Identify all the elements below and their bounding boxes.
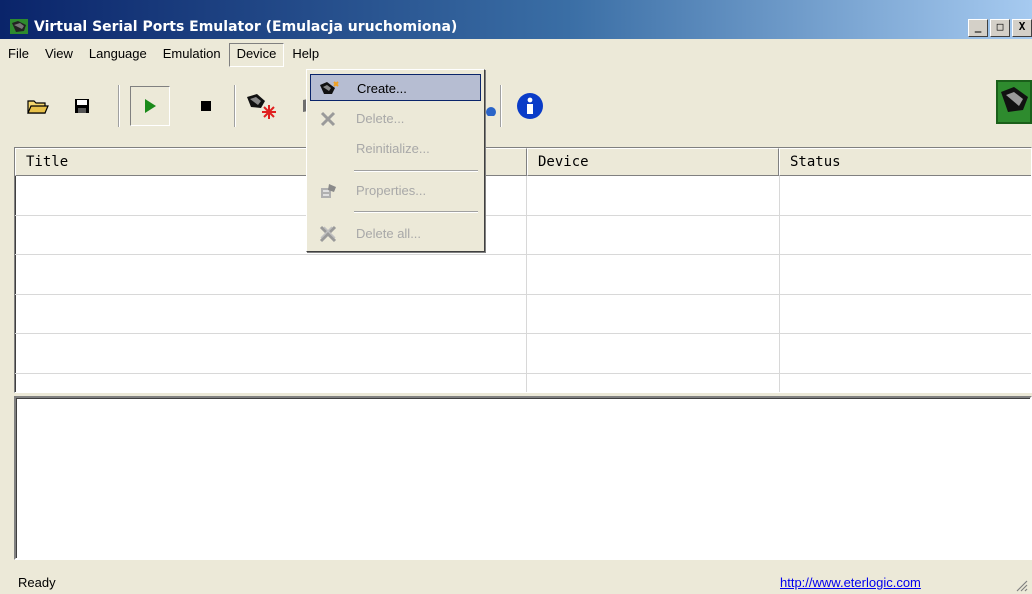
toolbar (0, 72, 1032, 142)
log-pane[interactable] (14, 396, 1032, 560)
menu-separator (354, 170, 478, 172)
save-icon (75, 99, 89, 113)
network-icon (486, 107, 496, 116)
menu-separator (354, 211, 478, 213)
maximize-button[interactable]: □ (990, 19, 1010, 37)
menu-item-label: Create... (357, 81, 407, 96)
menu-bar: File View Language Emulation Device Help (0, 43, 327, 67)
delete-icon (318, 109, 338, 129)
menu-file[interactable]: File (0, 43, 37, 67)
window-title: Virtual Serial Ports Emulator (Emulacja … (34, 19, 458, 35)
menu-language[interactable]: Language (81, 43, 155, 67)
device-list[interactable]: Title Device Status (14, 147, 1032, 393)
menu-item-properties[interactable]: Properties... (310, 177, 481, 204)
menu-help[interactable]: Help (284, 43, 327, 67)
stop-button[interactable] (186, 86, 226, 126)
info-icon (517, 93, 543, 119)
menu-item-label: Reinitialize... (356, 141, 430, 156)
menu-item-delete-all[interactable]: Delete all... (310, 220, 481, 247)
menu-item-label: Properties... (356, 183, 427, 198)
resize-grip-icon[interactable] (1014, 578, 1028, 592)
play-icon (145, 99, 156, 113)
close-button[interactable]: X (1012, 19, 1032, 37)
minimize-button[interactable]: _ (968, 19, 988, 37)
status-text: Ready (18, 575, 56, 590)
menu-emulation[interactable]: Emulation (155, 43, 229, 67)
menu-item-label: Delete all... (356, 226, 422, 241)
delete-all-icon (318, 224, 338, 244)
create-device-icon (319, 79, 339, 99)
info-button[interactable] (510, 86, 550, 126)
app-icon (10, 19, 28, 34)
list-row[interactable] (15, 216, 1031, 255)
menu-view[interactable]: View (37, 43, 81, 67)
open-button[interactable] (18, 86, 58, 126)
list-row[interactable] (15, 255, 1031, 295)
create-device-button[interactable] (240, 86, 280, 126)
open-folder-icon (27, 100, 49, 114)
stop-icon (201, 101, 211, 111)
status-bar: Ready http://www.eterlogic.com (0, 568, 1032, 594)
properties-icon (318, 181, 338, 201)
title-bar[interactable]: Virtual Serial Ports Emulator (Emulacja … (0, 0, 1032, 39)
list-row[interactable] (15, 176, 1031, 216)
save-button[interactable] (62, 86, 102, 126)
device-menu: Create... Delete... Reinitialize... Prop… (306, 69, 485, 252)
menu-item-create[interactable]: Create... (310, 74, 481, 101)
app-logo-icon (996, 80, 1032, 124)
list-rows (15, 176, 1031, 374)
list-header: Title Device Status (15, 148, 1031, 176)
menu-item-delete[interactable]: Delete... (310, 105, 481, 132)
play-button[interactable] (130, 86, 170, 126)
column-status[interactable]: Status (779, 148, 1031, 176)
list-row[interactable] (15, 334, 1031, 374)
website-link[interactable]: http://www.eterlogic.com (780, 575, 921, 590)
menu-device[interactable]: Device (228, 43, 285, 67)
menu-item-reinitialize[interactable]: Reinitialize... (310, 135, 481, 162)
menu-item-label: Delete... (356, 111, 405, 126)
create-device-icon (247, 94, 276, 119)
list-row[interactable] (15, 295, 1031, 334)
column-device[interactable]: Device (527, 148, 779, 176)
